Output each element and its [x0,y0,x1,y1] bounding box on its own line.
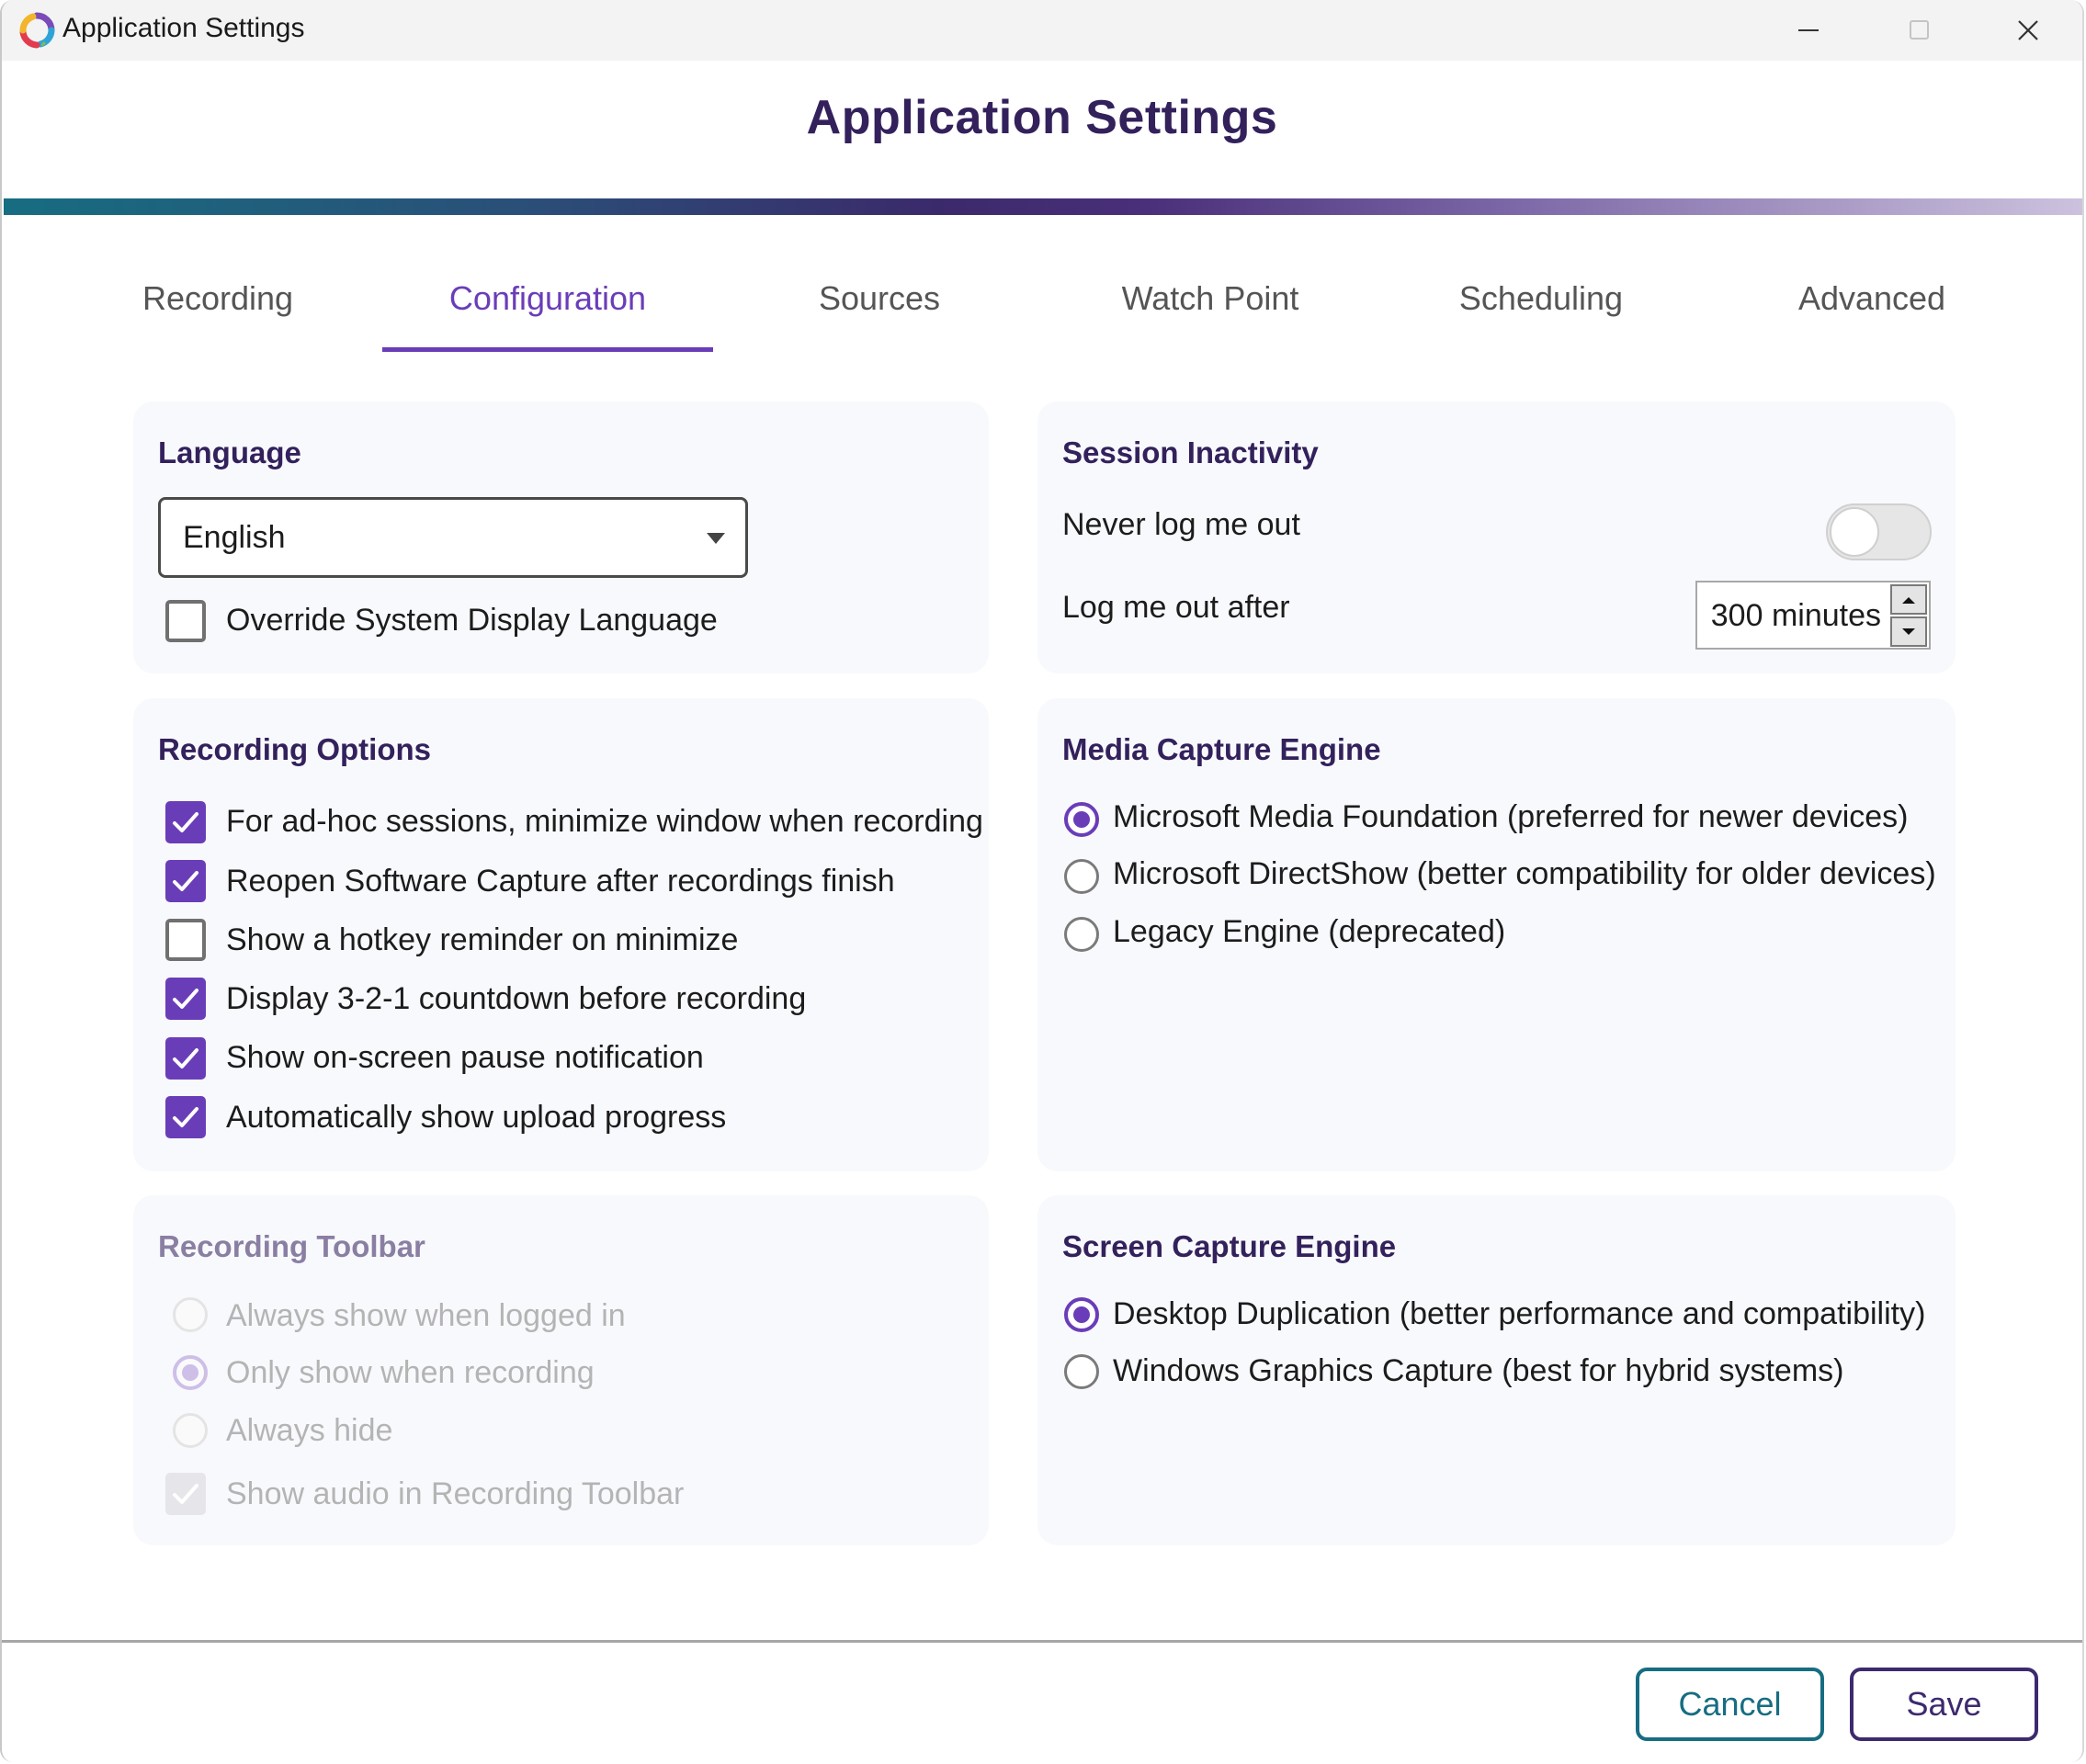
reopen-capture-checkbox[interactable] [165,860,206,902]
directshow-radio[interactable] [1064,859,1099,894]
media-capture-engine-card: Media Capture Engine Microsoft Media Fou… [1037,698,1956,1171]
arrow-up-icon [1902,596,1915,604]
show-audio-label: Show audio in Recording Toolbar [226,1476,685,1511]
media-engine-option-label: Legacy Engine (deprecated) [1113,914,1506,949]
maximize-icon [1910,20,1929,40]
recording-option-label: Show a hotkey reminder on minimize [226,922,739,957]
never-logout-toggle[interactable] [1826,503,1932,560]
save-button[interactable]: Save [1850,1668,2038,1741]
tab-scheduling[interactable]: Scheduling [1435,266,1647,355]
toolbar-option-label: Always hide [226,1413,393,1448]
recording-option-label: Reopen Software Capture after recordings… [226,864,895,899]
media-engine-option-label: Microsoft Media Foundation (preferred fo… [1113,799,1909,834]
recording-toolbar-card: Recording Toolbar Always show when logge… [133,1195,989,1545]
close-button[interactable] [1978,0,2079,61]
always-show-radio[interactable] [173,1297,208,1332]
recording-option-label: Show on-screen pause notification [226,1040,704,1075]
tab-label: Sources [818,279,941,317]
language-title: Language [158,435,301,469]
desktop-duplication-radio[interactable] [1064,1297,1099,1332]
tab-label: Recording [142,279,294,317]
close-icon [2018,20,2038,40]
tab-sources[interactable]: Sources [783,266,976,355]
header-gradient-bar [4,198,2082,215]
logout-after-label: Log me out after [1062,590,1290,625]
screen-capture-engine-card: Screen Capture Engine Desktop Duplicatio… [1037,1195,1956,1545]
logout-after-spinner[interactable]: 300 minutes [1695,581,1931,650]
settings-window: Application Settings Application Setting… [0,0,2084,1762]
page-title: Application Settings [806,91,1278,144]
checkmark-icon [173,812,198,832]
logout-after-value: 300 minutes [1710,598,1881,633]
tab-watch-point[interactable]: Watch Point [1095,266,1325,355]
recording-toolbar-title: Recording Toolbar [158,1229,425,1263]
tab-configuration[interactable]: Configuration [382,266,713,355]
checkmark-icon [173,989,198,1009]
language-card: Language English Override System Display… [133,401,989,673]
tab-advanced[interactable]: Advanced [1766,266,1978,355]
never-logout-label: Never log me out [1062,507,1300,542]
toolbar-option-label: Always show when logged in [226,1298,626,1333]
footer-divider [2,1640,2082,1643]
cancel-button[interactable]: Cancel [1636,1668,1824,1741]
tab-label: Configuration [448,279,647,317]
session-inactivity-title: Session Inactivity [1062,435,1319,469]
hotkey-reminder-checkbox[interactable] [165,919,206,961]
recording-options-card: Recording Options For ad-hoc sessions, m… [133,698,989,1171]
minimize-window-checkbox[interactable] [165,801,206,843]
tab-label: Advanced [1797,279,1946,317]
checkmark-icon [173,1048,198,1069]
media-capture-engine-title: Media Capture Engine [1062,732,1381,766]
countdown-checkbox[interactable] [165,978,206,1020]
pause-notification-checkbox[interactable] [165,1037,206,1080]
increment-button[interactable] [1890,584,1927,615]
toggle-knob [1830,507,1879,557]
maximize-button[interactable] [1869,0,1970,61]
checkmark-icon [173,1107,198,1127]
show-audio-checkbox[interactable] [165,1473,206,1515]
screen-engine-option-label: Desktop Duplication (better performance … [1113,1296,1926,1331]
app-logo-icon [19,12,55,49]
media-engine-option-label: Microsoft DirectShow (better compatibili… [1113,856,1936,891]
window-title: Application Settings [62,13,305,43]
decrement-button[interactable] [1890,616,1927,647]
windows-graphics-capture-radio[interactable] [1064,1354,1099,1389]
recording-options-title: Recording Options [158,732,431,766]
recording-option-label: Display 3-2-1 countdown before recording [226,981,807,1016]
media-foundation-radio[interactable] [1064,802,1099,837]
legacy-engine-radio[interactable] [1064,917,1099,952]
upload-progress-checkbox[interactable] [165,1096,206,1138]
chevron-down-icon [707,533,725,544]
tab-label: Scheduling [1458,279,1624,317]
recording-option-label: For ad-hoc sessions, minimize window whe… [226,804,983,839]
tab-recording[interactable]: Recording [112,266,323,355]
override-language-checkbox[interactable] [165,600,206,642]
checkmark-icon [173,1484,198,1504]
override-language-label: Override System Display Language [226,603,718,638]
language-select[interactable]: English [158,497,748,578]
screen-capture-engine-title: Screen Capture Engine [1062,1229,1397,1263]
recording-option-label: Automatically show upload progress [226,1100,727,1135]
arrow-down-icon [1902,628,1915,635]
minimize-button[interactable] [1759,0,1860,61]
screen-engine-option-label: Windows Graphics Capture (best for hybri… [1113,1353,1844,1388]
checkmark-icon [173,871,198,891]
minimize-icon [1798,29,1819,31]
toolbar-option-label: Only show when recording [226,1355,595,1390]
title-bar: Application Settings [2,0,2082,61]
tab-label: Watch Point [1121,279,1299,317]
only-when-recording-radio[interactable] [173,1355,208,1390]
session-inactivity-card: Session Inactivity Never log me out Log … [1037,401,1956,673]
always-hide-radio[interactable] [173,1413,208,1448]
language-select-value: English [183,520,286,555]
tab-bar: Recording Configuration Sources Watch Po… [2,266,2082,355]
